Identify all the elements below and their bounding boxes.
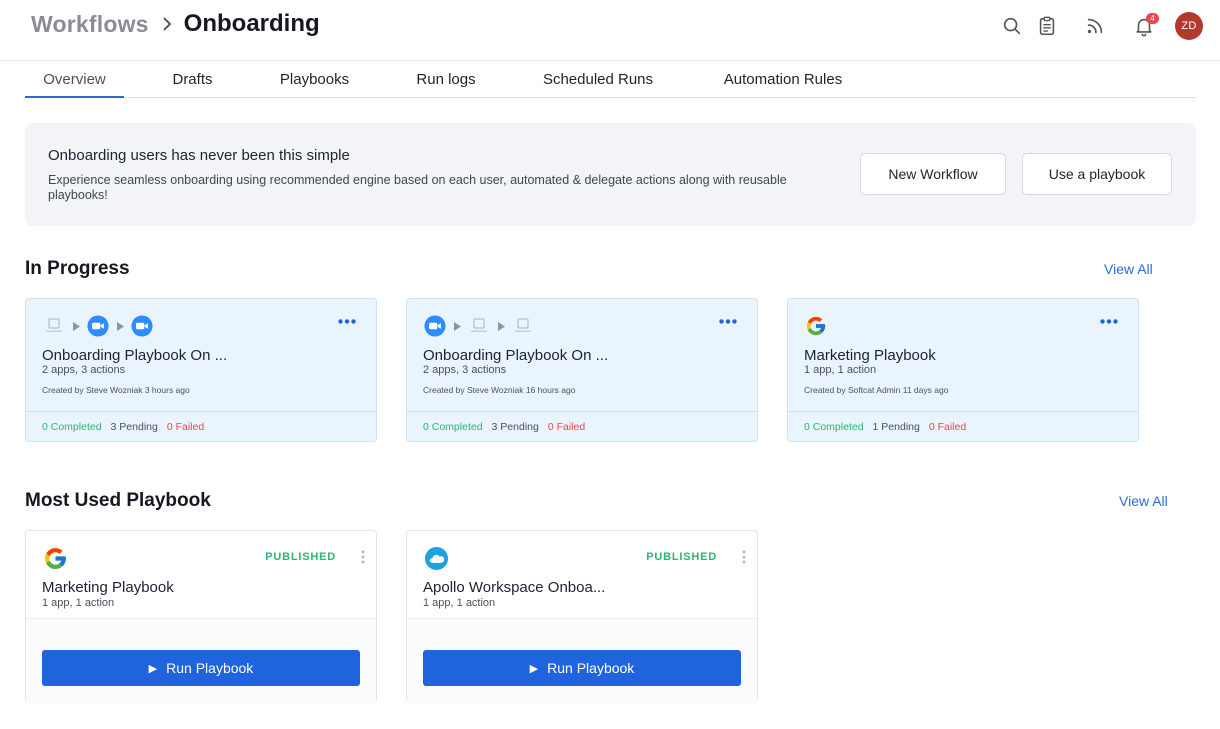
tab-drafts[interactable]: Drafts — [155, 62, 230, 98]
playbook-card: PUBLISHED Apollo Workspace Onboa... 1 ap… — [406, 530, 758, 703]
play-icon: ▶ — [529, 662, 539, 675]
most-used-view-all-link[interactable]: View All — [1119, 493, 1168, 509]
breadcrumb: Workflows Onboarding — [31, 10, 320, 38]
pending-count: 3 Pending — [491, 421, 539, 433]
tab-run-logs[interactable]: Run logs — [403, 62, 489, 98]
play-arrow-icon — [72, 321, 80, 331]
in-progress-card[interactable]: Onboarding Playbook On ... 2 apps, 3 act… — [406, 298, 758, 442]
card-meta: Created by Steve Wozniak 16 hours ago — [423, 385, 576, 395]
rss-feed-icon[interactable] — [1081, 12, 1109, 40]
published-status-badge: PUBLISHED — [265, 551, 336, 563]
zoom-icon — [131, 315, 153, 337]
new-workflow-button[interactable]: New Workflow — [860, 153, 1006, 195]
card-meta: Created by Softcat Admin 11 days ago — [804, 385, 949, 395]
more-options-icon[interactable] — [336, 313, 358, 329]
in-progress-heading: In Progress — [25, 258, 130, 279]
top-bar: Workflows Onboarding 4 ZD — [0, 0, 1220, 61]
run-playbook-button[interactable]: ▶ Run Playbook — [423, 650, 741, 686]
calendly-icon — [468, 315, 490, 337]
card-subtitle: 2 apps, 3 actions — [423, 364, 507, 376]
play-icon: ▶ — [148, 662, 158, 675]
card-status-footer: 0 Completed 3 Pending 0 Failed — [26, 411, 376, 442]
user-avatar[interactable]: ZD — [1175, 12, 1203, 40]
app-sequence — [805, 314, 827, 338]
search-icon[interactable] — [998, 12, 1026, 40]
most-used-heading: Most Used Playbook — [25, 490, 211, 511]
tab-overview[interactable]: Overview — [25, 62, 124, 98]
in-progress-view-all-link[interactable]: View All — [1104, 261, 1153, 277]
playbook-title: Marketing Playbook — [42, 579, 174, 596]
banner-description: Experience seamless onboarding using rec… — [48, 173, 787, 202]
run-playbook-label: Run Playbook — [547, 660, 635, 676]
calendly-icon — [43, 315, 65, 337]
failed-count: 0 Failed — [928, 421, 967, 433]
tab-automation-rules[interactable]: Automation Rules — [708, 62, 858, 98]
play-arrow-icon — [497, 321, 505, 331]
card-meta: Created by Steve Wozniak 3 hours ago — [42, 385, 190, 395]
card-subtitle: 1 app, 1 action — [804, 364, 877, 376]
card-title: Onboarding Playbook On ... — [42, 347, 228, 364]
completed-count: 0 Completed — [804, 421, 864, 433]
card-title: Marketing Playbook — [804, 347, 936, 364]
more-options-icon[interactable] — [717, 313, 739, 329]
card-status-footer: 0 Completed 3 Pending 0 Failed — [407, 411, 757, 442]
more-options-icon[interactable] — [1098, 313, 1120, 329]
pending-count: 1 Pending — [872, 421, 920, 433]
pending-count: 3 Pending — [110, 421, 158, 433]
tab-bar: Overview Drafts Playbooks Run logs Sched… — [25, 62, 1196, 98]
zoom-icon — [87, 315, 109, 337]
in-progress-card[interactable]: Marketing Playbook 1 app, 1 action Creat… — [787, 298, 1139, 442]
run-playbook-button[interactable]: ▶ Run Playbook — [42, 650, 360, 686]
playbook-card-header: PUBLISHED Marketing Playbook 1 app, 1 ac… — [26, 531, 376, 619]
playbook-card-header: PUBLISHED Apollo Workspace Onboa... 1 ap… — [407, 531, 757, 619]
in-progress-card[interactable]: Onboarding Playbook On ... 2 apps, 3 act… — [25, 298, 377, 442]
kebab-menu-icon[interactable] — [358, 549, 368, 565]
breadcrumb-workflows-link[interactable]: Workflows — [31, 11, 149, 38]
playbook-title: Apollo Workspace Onboa... — [423, 579, 606, 596]
card-status-footer: 0 Completed 1 Pending 0 Failed — [788, 411, 1138, 442]
play-arrow-icon — [453, 321, 461, 331]
zoom-icon — [424, 315, 446, 337]
card-subtitle: 2 apps, 3 actions — [42, 364, 126, 376]
calendly-icon — [512, 315, 534, 337]
salesforce-icon — [423, 545, 449, 571]
playbook-card-actions: ▶ Run Playbook — [26, 619, 376, 703]
run-playbook-label: Run Playbook — [166, 660, 254, 676]
playbook-card: PUBLISHED Marketing Playbook 1 app, 1 ac… — [25, 530, 377, 703]
bell-icon[interactable]: 4 — [1130, 12, 1159, 40]
clipboard-icon[interactable] — [1033, 12, 1061, 40]
notification-count-badge: 4 — [1146, 13, 1159, 24]
chevron-right-icon — [163, 17, 172, 31]
playbook-subtitle: 1 app, 1 action — [42, 597, 115, 609]
completed-count: 0 Completed — [423, 421, 483, 433]
play-arrow-icon — [116, 321, 124, 331]
use-playbook-button[interactable]: Use a playbook — [1022, 153, 1172, 195]
google-icon — [42, 545, 68, 571]
kebab-menu-icon[interactable] — [739, 549, 749, 565]
tab-playbooks[interactable]: Playbooks — [267, 62, 362, 98]
page-title: Onboarding — [183, 10, 320, 37]
playbook-subtitle: 1 app, 1 action — [423, 597, 496, 609]
banner-title: Onboarding users has never been this sim… — [48, 147, 350, 164]
playbook-card-actions: ▶ Run Playbook — [407, 619, 757, 703]
onboarding-banner: Onboarding users has never been this sim… — [25, 123, 1196, 226]
app-sequence — [43, 314, 153, 338]
google-icon — [805, 315, 827, 337]
app-sequence — [424, 314, 534, 338]
completed-count: 0 Completed — [42, 421, 102, 433]
tab-scheduled-runs[interactable]: Scheduled Runs — [529, 62, 667, 98]
published-status-badge: PUBLISHED — [646, 551, 717, 563]
failed-count: 0 Failed — [547, 421, 586, 433]
card-title: Onboarding Playbook On ... — [423, 347, 609, 364]
failed-count: 0 Failed — [166, 421, 205, 433]
